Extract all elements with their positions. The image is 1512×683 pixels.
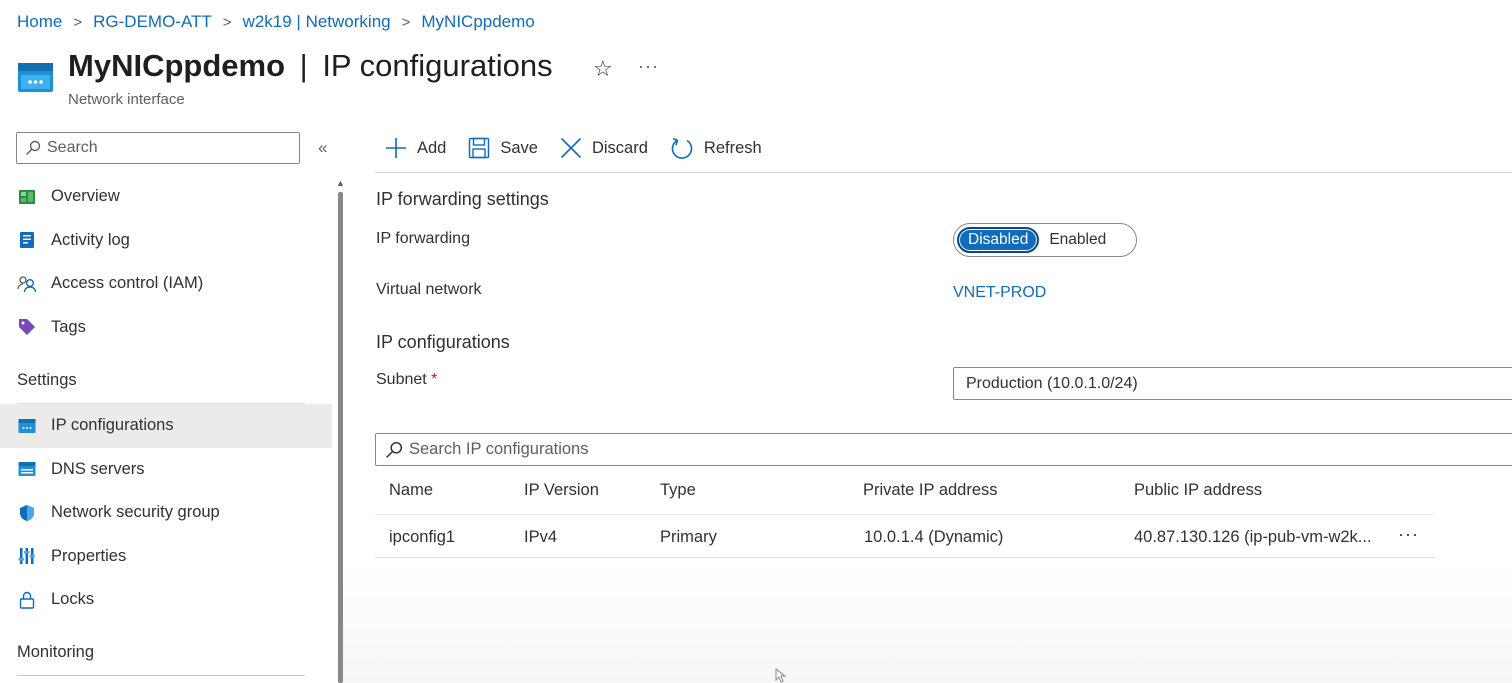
- subnet-label-text: Subnet: [376, 371, 427, 388]
- divider: [375, 557, 1435, 558]
- search-icon: [386, 441, 403, 458]
- settings-nav: IP configurations DNS servers Network se…: [0, 404, 332, 622]
- tag-icon: [17, 317, 37, 337]
- cell-ip-version: IPv4: [524, 528, 558, 546]
- sidebar-item-access-control[interactable]: Access control (IAM): [0, 262, 332, 306]
- people-icon: [17, 274, 37, 294]
- save-label: Save: [500, 138, 538, 157]
- chevron-right-icon: >: [73, 13, 83, 31]
- activity-log-icon: [17, 230, 37, 250]
- divider: [17, 675, 305, 676]
- sidebar-item-label: DNS servers: [51, 459, 145, 478]
- ip-forwarding-section-title: IP forwarding settings: [376, 189, 549, 209]
- sidebar-nav: Overview Activity log Access control (IA…: [0, 175, 332, 349]
- sidebar-item-overview[interactable]: Overview: [0, 175, 332, 219]
- refresh-button[interactable]: Refresh: [670, 136, 762, 160]
- toggle-option-disabled[interactable]: Disabled: [957, 227, 1040, 253]
- page-title: MyNICppdemo | IP configurations: [68, 48, 553, 84]
- divider: [375, 514, 1435, 515]
- add-button[interactable]: Add: [385, 137, 446, 159]
- empty-content-area: [343, 560, 1512, 683]
- sidebar-item-tags[interactable]: Tags: [0, 306, 332, 350]
- page-name: IP configurations: [322, 48, 553, 83]
- sidebar-item-network-security-group[interactable]: Network security group: [0, 491, 332, 535]
- sidebar-item-dns-servers[interactable]: DNS servers: [0, 448, 332, 492]
- row-more-options-icon[interactable]: ···: [1398, 524, 1419, 545]
- column-header-ip-version[interactable]: IP Version: [524, 481, 599, 500]
- ip-forwarding-toggle[interactable]: Disabled Enabled: [953, 223, 1137, 257]
- more-options-icon[interactable]: ···: [638, 56, 659, 77]
- column-header-type[interactable]: Type: [660, 481, 696, 500]
- discard-label: Discard: [591, 138, 648, 157]
- required-mark: *: [431, 371, 438, 388]
- toggle-option-enabled[interactable]: Enabled: [1039, 231, 1116, 249]
- resource-type: Network interface: [68, 91, 185, 108]
- chevron-right-icon: >: [401, 13, 411, 31]
- search-icon: [26, 140, 41, 155]
- mouse-cursor-icon: [775, 668, 787, 683]
- settings-section-header: Settings: [17, 371, 77, 389]
- network-interface-icon: [18, 63, 53, 92]
- plus-icon: [385, 137, 407, 159]
- command-bar: Add Save Discard Refresh: [385, 134, 784, 162]
- column-header-private-ip[interactable]: Private IP address: [863, 481, 998, 500]
- lock-icon: [17, 590, 37, 610]
- sidebar-item-label: Tags: [51, 317, 86, 336]
- cell-public-ip[interactable]: 40.87.130.126 (ip-pub-vm-w2k...: [1134, 528, 1372, 547]
- sidebar-search[interactable]: [16, 132, 300, 164]
- ip-configurations-section-title: IP configurations: [376, 332, 510, 352]
- subnet-dropdown[interactable]: Production (10.0.1.0/24): [953, 367, 1512, 400]
- ip-forwarding-label: IP forwarding: [376, 230, 470, 247]
- column-header-public-ip[interactable]: Public IP address: [1134, 481, 1262, 500]
- nic-icon: [17, 416, 37, 436]
- divider: [375, 172, 1512, 173]
- save-button[interactable]: Save: [468, 137, 538, 159]
- title-separator: |: [299, 48, 308, 83]
- star-icon[interactable]: ☆: [593, 56, 613, 82]
- column-header-name[interactable]: Name: [389, 481, 433, 500]
- cell-private-ip: 10.0.1.4 (Dynamic): [864, 528, 1004, 546]
- refresh-label: Refresh: [703, 138, 762, 157]
- properties-icon: [17, 546, 37, 566]
- cell-type: Primary: [660, 528, 717, 546]
- dns-icon: [17, 459, 37, 479]
- chevron-right-icon: >: [222, 13, 232, 31]
- discard-button[interactable]: Discard: [560, 137, 648, 159]
- sidebar-item-locks[interactable]: Locks: [0, 578, 332, 622]
- sidebar-item-label: Network security group: [51, 503, 220, 522]
- close-icon: [560, 137, 582, 159]
- breadcrumb-resource-group[interactable]: RG-DEMO-ATT: [93, 12, 212, 32]
- sidebar-item-label: Activity log: [51, 230, 130, 249]
- virtual-network-label: Virtual network: [376, 281, 482, 298]
- scroll-up-icon[interactable]: ▲: [336, 178, 345, 188]
- sidebar-item-label: Access control (IAM): [51, 274, 204, 293]
- monitoring-section-header: Monitoring: [17, 643, 95, 661]
- breadcrumb-home[interactable]: Home: [17, 12, 62, 32]
- cell-name[interactable]: ipconfig1: [389, 528, 455, 547]
- sidebar-item-ip-configurations[interactable]: IP configurations: [0, 404, 332, 448]
- ip-configurations-search[interactable]: [375, 433, 1512, 466]
- sidebar-item-label: Locks: [51, 590, 95, 609]
- sidebar-item-label: Overview: [51, 187, 120, 206]
- shield-icon: [17, 503, 37, 523]
- refresh-icon: [670, 136, 694, 160]
- breadcrumb-nic[interactable]: MyNICppdemo: [421, 12, 534, 32]
- subnet-label: Subnet *: [376, 371, 437, 389]
- save-icon: [468, 137, 490, 159]
- resource-name: MyNICppdemo: [68, 48, 285, 83]
- ip-configurations-search-input[interactable]: [409, 440, 1409, 459]
- sidebar-item-label: Properties: [51, 546, 127, 565]
- sidebar-search-input[interactable]: [47, 139, 287, 157]
- collapse-sidebar-icon[interactable]: «: [318, 138, 327, 158]
- breadcrumb: Home > RG-DEMO-ATT > w2k19 | Networking …: [17, 12, 535, 32]
- sidebar-item-properties[interactable]: Properties: [0, 535, 332, 579]
- overview-icon: [17, 187, 37, 207]
- add-label: Add: [417, 138, 447, 157]
- sidebar-item-label: IP configurations: [51, 416, 174, 435]
- virtual-network-link[interactable]: VNET-PROD: [953, 284, 1046, 302]
- breadcrumb-vm-networking[interactable]: w2k19 | Networking: [243, 12, 391, 32]
- sidebar-item-activity-log[interactable]: Activity log: [0, 219, 332, 263]
